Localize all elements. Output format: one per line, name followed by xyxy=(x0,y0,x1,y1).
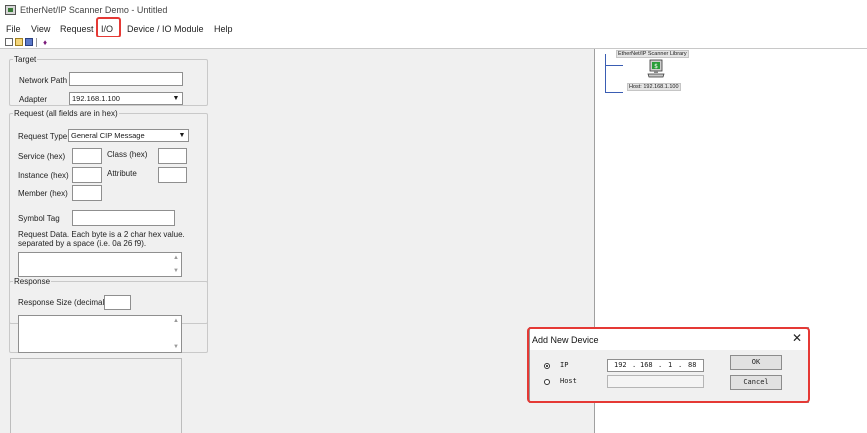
scroll-down-icon[interactable]: ▼ xyxy=(172,267,180,275)
tree-connector-line xyxy=(605,92,623,93)
ip-address-input[interactable]: 192 . 168 . 1 . 88 xyxy=(607,359,704,372)
ok-button[interactable]: OK xyxy=(730,355,782,370)
chevron-down-icon[interactable]: ▼ xyxy=(177,131,187,140)
host-radio[interactable] xyxy=(544,379,550,385)
io-menu-highlight xyxy=(96,17,121,38)
symbol-tag-input[interactable] xyxy=(72,210,175,226)
save-icon[interactable] xyxy=(25,38,33,46)
request-data-label: Request Data. Each byte is a 2 char hex … xyxy=(18,230,185,239)
close-icon[interactable]: ✕ xyxy=(791,332,803,344)
ip-radio[interactable] xyxy=(544,363,550,369)
target-group: Target Network Path Adapter 192.168.1.10… xyxy=(9,55,208,106)
computer-icon[interactable]: $ xyxy=(647,59,665,79)
request-legend: Request (all fields are in hex) xyxy=(14,109,118,118)
adapter-select[interactable]: 192.168.1.100 ▼ xyxy=(69,92,183,105)
request-data-label-2: separated by a space (i.e. 0a 26 f9). xyxy=(18,239,147,248)
tree-connector-line xyxy=(605,65,623,66)
tree-connector-line xyxy=(605,54,606,92)
request-type-value: General CIP Message xyxy=(71,131,145,140)
scroll-up-icon[interactable]: ▲ xyxy=(172,317,180,325)
instance-label: Instance (hex) xyxy=(18,171,69,180)
request-type-select[interactable]: General CIP Message ▼ xyxy=(68,129,189,142)
ip-dot: . xyxy=(658,361,663,369)
open-icon[interactable] xyxy=(15,38,23,46)
menu-device-io-module[interactable]: Device / IO Module xyxy=(127,22,204,37)
host-input[interactable] xyxy=(607,375,704,388)
window-title: EtherNet/IP Scanner Demo - Untitled xyxy=(20,5,168,15)
symbol-tag-label: Symbol Tag xyxy=(18,214,60,223)
adapter-value: 192.168.1.100 xyxy=(72,94,120,103)
request-data-textarea[interactable]: ▲ ▼ xyxy=(18,252,182,277)
member-input[interactable] xyxy=(72,185,102,201)
dialog-title-bar: Add New Device ✕ xyxy=(530,328,808,350)
network-path-label: Network Path xyxy=(19,76,68,85)
toolbar: ♦ xyxy=(0,37,867,49)
title-bar: EtherNet/IP Scanner Demo - Untitled xyxy=(0,0,867,22)
toolbar-separator xyxy=(36,38,37,47)
ip-octet-4: 88 xyxy=(688,361,697,369)
response-textarea[interactable]: ▲ ▼ xyxy=(18,315,182,353)
response-size-input[interactable] xyxy=(104,295,131,310)
scroll-down-icon[interactable]: ▼ xyxy=(172,343,180,351)
class-input[interactable] xyxy=(158,148,187,164)
ip-octet-1: 192 xyxy=(614,361,627,369)
scroll-up-icon[interactable]: ▲ xyxy=(172,254,180,262)
target-legend: Target xyxy=(14,55,37,64)
cancel-button[interactable]: Cancel xyxy=(730,375,782,390)
about-icon[interactable]: ♦ xyxy=(41,38,49,47)
menu-view[interactable]: View xyxy=(31,22,50,37)
member-label: Member (hex) xyxy=(18,189,68,198)
chevron-down-icon[interactable]: ▼ xyxy=(171,94,181,103)
menu-bar: File View Request I/O Device / IO Module… xyxy=(0,22,867,37)
svg-text:$: $ xyxy=(654,63,658,70)
add-device-dialog: Add New Device ✕ IP 192 . 168 . 1 . 88 H… xyxy=(529,327,809,403)
new-icon[interactable] xyxy=(5,38,13,46)
app-icon xyxy=(5,5,16,15)
service-label: Service (hex) xyxy=(18,152,66,161)
menu-request[interactable]: Request xyxy=(60,22,94,37)
ip-dot: . xyxy=(632,361,637,369)
instance-input[interactable] xyxy=(72,167,102,183)
ip-radio-label: IP xyxy=(560,361,569,369)
class-label: Class (hex) xyxy=(107,150,148,159)
response-legend: Response xyxy=(14,277,51,286)
ip-octet-3: 1 xyxy=(668,361,673,369)
tree-root-node[interactable]: EtherNet/IP Scanner Library xyxy=(616,50,689,58)
status-panel xyxy=(10,358,182,433)
request-type-label: Request Type xyxy=(18,132,68,141)
dialog-title: Add New Device xyxy=(532,335,599,345)
service-input[interactable] xyxy=(72,148,102,164)
adapter-label: Adapter xyxy=(19,95,48,104)
host-radio-label: Host xyxy=(560,377,577,385)
network-path-input[interactable] xyxy=(69,72,183,86)
ip-dot: . xyxy=(678,361,683,369)
tree-host-node[interactable]: Host: 192.168.1.100 xyxy=(627,83,681,91)
menu-help[interactable]: Help xyxy=(214,22,233,37)
attribute-label: Attribute xyxy=(107,169,137,178)
ip-octet-2: 168 xyxy=(640,361,653,369)
response-size-label: Response Size (decimal) xyxy=(18,298,107,307)
response-group: Response Response Size (decimal) ▲ ▼ xyxy=(9,277,208,353)
menu-file[interactable]: File xyxy=(6,22,21,37)
attribute-input[interactable] xyxy=(158,167,187,183)
